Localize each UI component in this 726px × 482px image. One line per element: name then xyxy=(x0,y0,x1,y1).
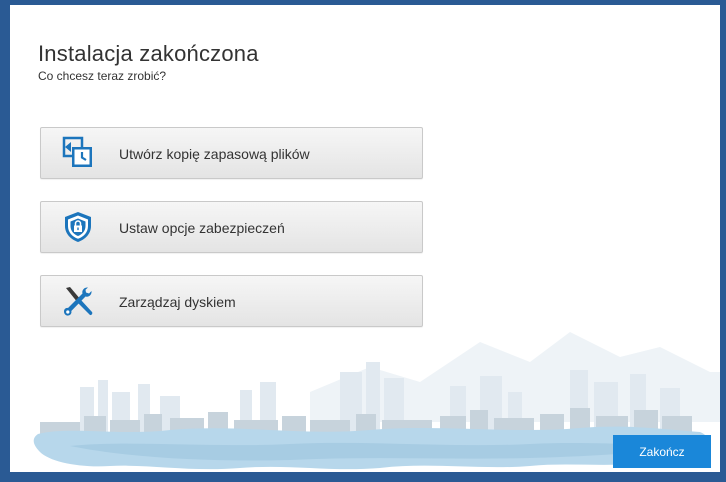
window-border-bottom xyxy=(0,472,726,482)
page-subtitle: Co chcesz teraz zrobić? xyxy=(38,69,167,83)
manage-drive-button[interactable]: Zarządzaj dyskiem xyxy=(40,275,423,327)
window-border-left xyxy=(0,0,10,482)
tools-icon xyxy=(64,287,93,316)
backup-files-button[interactable]: Utwórz kopię zapasową plików xyxy=(40,127,423,179)
dialog-content: Instalacja zakończona Co chcesz teraz zr… xyxy=(10,5,720,472)
manage-drive-label: Zarządzaj dyskiem xyxy=(119,294,236,310)
backup-clock-icon xyxy=(62,136,92,167)
finish-button[interactable]: Zakończ xyxy=(613,435,711,468)
page-title: Instalacja zakończona xyxy=(38,41,259,66)
backup-files-label: Utwórz kopię zapasową plików xyxy=(119,146,310,162)
installer-window: Instalacja zakończona Co chcesz teraz zr… xyxy=(0,0,726,482)
window-border-right xyxy=(720,0,726,482)
security-options-label: Ustaw opcje zabezpieczeń xyxy=(119,220,285,236)
shield-lock-icon xyxy=(65,212,91,242)
security-options-button[interactable]: Ustaw opcje zabezpieczeń xyxy=(40,201,423,253)
